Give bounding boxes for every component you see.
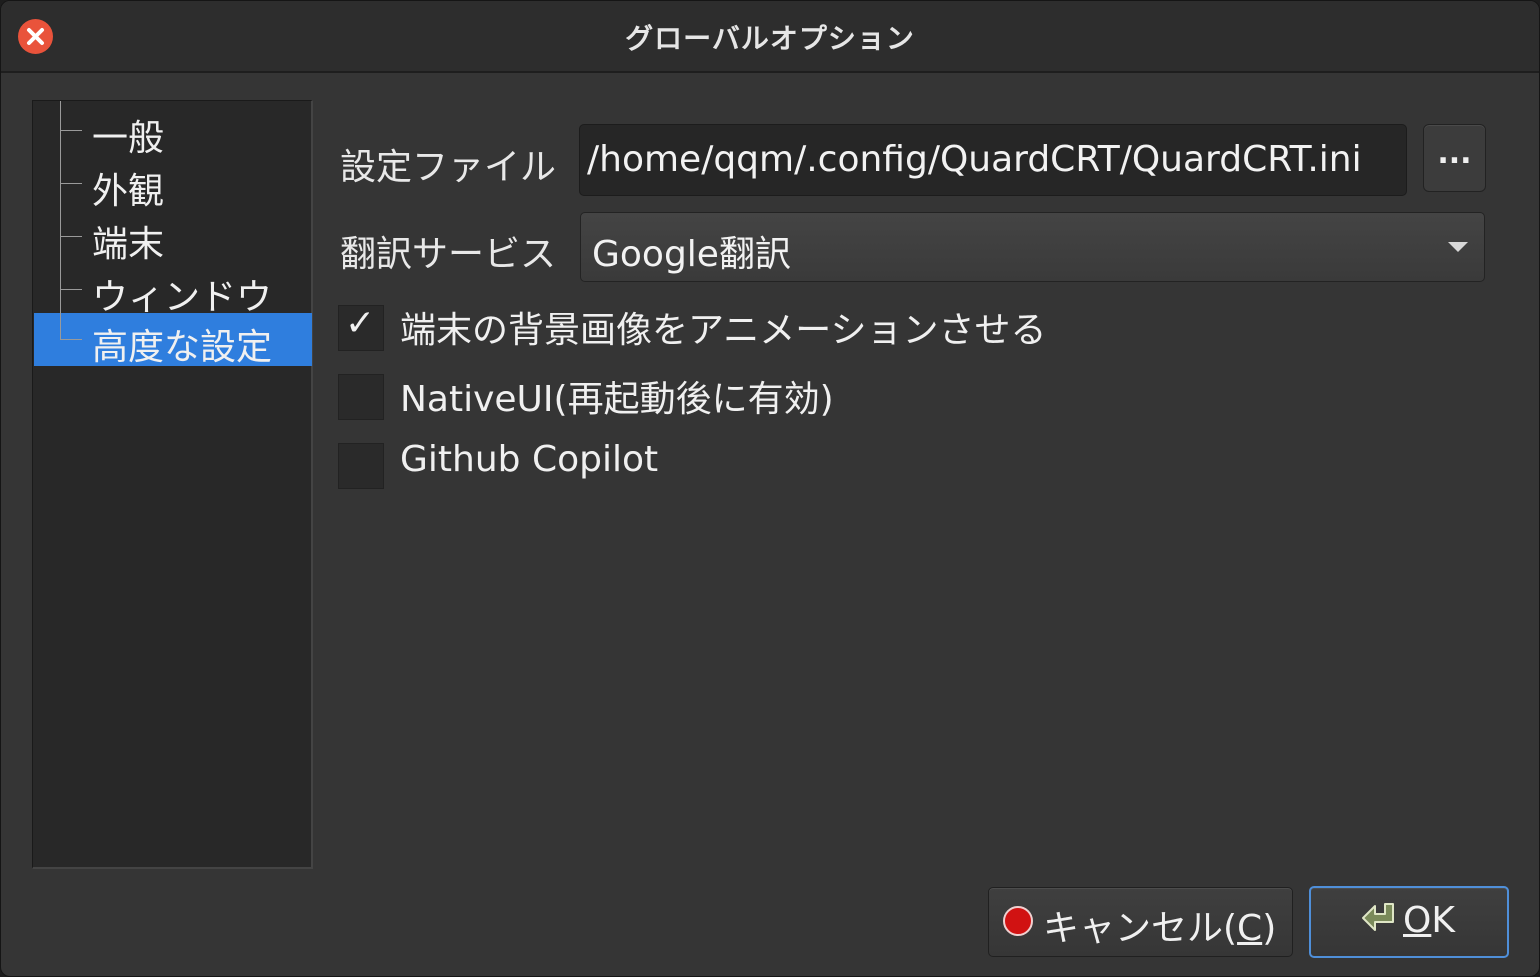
checkbox[interactable] [338,443,384,489]
tree-branch-connector [60,183,82,184]
tree-item-window[interactable]: ウィンドウ [34,263,312,318]
checkbox[interactable]: ✓ [338,303,384,351]
tree-item-general[interactable]: 一般 [34,101,312,159]
stop-icon [1003,906,1033,936]
settings-file-label: 設定ファイル [340,147,557,188]
enter-arrow-icon [1362,903,1394,931]
tree-branch-connector [60,339,82,340]
tree-item-label: 高度な設定 [92,327,273,368]
checkbox-label: Github Copilot [400,439,659,480]
translation-service-value: Google翻訳 [592,234,791,275]
tree-item-label: 端末 [92,224,165,265]
title-bar: グローバルオプション [1,1,1539,73]
tree-item-terminal[interactable]: 端末 [34,210,312,265]
ok-button-label: OK [1403,900,1455,941]
tree-item-advanced[interactable]: 高度な設定 [34,313,312,368]
browse-button[interactable]: ... [1423,124,1486,192]
checkbox[interactable] [338,374,384,420]
window-title: グローバルオプション [625,22,915,55]
tree-branch-connector [60,289,82,290]
checkmark-icon: ✓ [345,303,376,344]
cancel-button[interactable]: キャンセル(C) [988,887,1293,957]
options-tree: 一般 外観 端末 ウィンドウ 高度な設定 [32,100,313,869]
tree-branch-line [60,101,61,157]
chevron-down-icon [1448,242,1468,252]
tree-item-appearance[interactable]: 外観 [34,157,312,212]
global-options-dialog: グローバルオプション 一般 外観 端末 ウィンドウ 高度な設定 設定ファイル /… [0,0,1540,977]
tree-item-label: 外観 [92,171,165,212]
translation-service-select[interactable]: Google翻訳 [580,212,1485,282]
tree-branch-line [60,313,61,340]
tree-branch-connector [60,130,82,131]
checkbox-label: 端末の背景画像をアニメーションさせる [400,310,1047,351]
ok-button[interactable]: OK [1309,886,1509,958]
translation-service-label: 翻訳サービス [340,234,557,275]
tree-branch-connector [60,236,82,237]
checkbox-label: NativeUI(再起動後に有効) [400,379,834,420]
settings-file-path-input[interactable]: /home/qqm/.config/QuardCRT/QuardCRT.ini [579,124,1407,196]
cancel-button-label: キャンセル(C) [1043,908,1277,949]
tree-item-label: 一般 [92,118,165,159]
